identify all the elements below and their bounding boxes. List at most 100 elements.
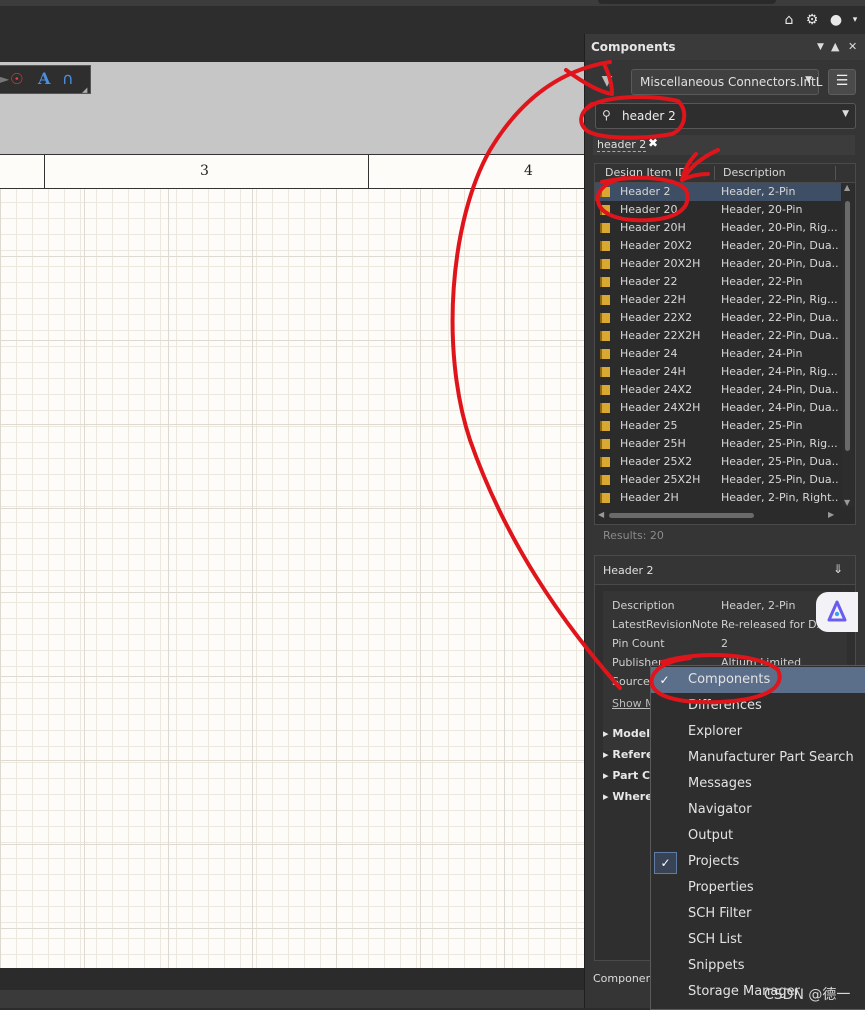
column-header-id[interactable]: Design Item ID	[605, 166, 687, 179]
menu-item-label: Explorer	[688, 724, 743, 739]
menu-item[interactable]: Explorer	[651, 719, 865, 745]
component-icon	[600, 295, 610, 305]
table-row[interactable]: Header 24H Header, 24-Pin, Rig...	[595, 363, 841, 381]
toolbar-grip-icon: ►	[0, 72, 10, 86]
table-header: Design Item ID Description	[595, 164, 855, 183]
search-dropdown-icon[interactable]: ▼	[842, 109, 849, 119]
panel-menu-chevron-icon[interactable]: ▼	[817, 42, 824, 52]
cell-description: Header, 25-Pin, Dua...	[721, 473, 839, 486]
scroll-thumb[interactable]	[845, 201, 850, 451]
cell-description: Header, 25-Pin, Dua...	[721, 455, 839, 468]
search-input[interactable]	[620, 107, 824, 125]
scroll-left-icon[interactable]: ◀	[598, 510, 604, 519]
table-row[interactable]: Header 22X2 Header, 22-Pin, Dua...	[595, 309, 841, 327]
pin-icon[interactable]: ▲	[831, 40, 839, 53]
menu-item-label: Messages	[688, 776, 752, 791]
menu-item[interactable]: Navigator	[651, 797, 865, 823]
place-text-icon[interactable]: A	[38, 69, 50, 89]
tab-stub[interactable]	[598, 0, 776, 4]
user-icon[interactable]: ●	[827, 12, 845, 28]
place-arc-icon[interactable]: ∩	[62, 69, 74, 89]
cell-description: Header, 2-Pin	[721, 185, 796, 198]
menu-item[interactable]: Properties	[651, 875, 865, 901]
table-row[interactable]: Header 24X2H Header, 24-Pin, Dua...	[595, 399, 841, 417]
menu-item-label: Projects	[688, 854, 740, 869]
check-icon	[654, 904, 675, 924]
table-row[interactable]: Header 24X2 Header, 24-Pin, Dua...	[595, 381, 841, 399]
cell-design-item-id: Header 25	[620, 419, 678, 432]
user-menu-chevron-icon[interactable]: ▾	[846, 12, 864, 28]
cell-design-item-id: Header 22X2H	[620, 329, 701, 342]
table-row[interactable]: Header 22 Header, 22-Pin	[595, 273, 841, 291]
panel-title: Components	[591, 40, 676, 54]
menu-item[interactable]: Messages	[651, 771, 865, 797]
table-row[interactable]: Header 20X2 Header, 20-Pin, Dua...	[595, 237, 841, 255]
hscroll-thumb[interactable]	[609, 513, 754, 518]
check-icon: ✓	[654, 852, 677, 874]
menu-item[interactable]: SCH Filter	[651, 901, 865, 927]
vertical-scrollbar[interactable]: ▲ ▼	[842, 183, 854, 507]
menu-item[interactable]: ✓ Projects	[651, 849, 865, 875]
active-bar: ► ☉ A ∩ ◢	[0, 65, 91, 94]
table-row[interactable]: Header 2 Header, 2-Pin	[595, 183, 841, 201]
menu-item[interactable]: Manufacturer Part Search	[651, 745, 865, 771]
cell-description: Header, 22-Pin, Rig...	[721, 293, 838, 306]
document-tab-bar	[0, 34, 584, 62]
table-row[interactable]: Header 2H Header, 2-Pin, Right...	[595, 489, 841, 507]
home-icon[interactable]: ⌂	[780, 12, 798, 28]
column-divider[interactable]	[835, 166, 836, 180]
horizontal-scrollbar[interactable]: ◀ ▶	[595, 510, 841, 522]
table-row[interactable]: Header 25H Header, 25-Pin, Rig...	[595, 435, 841, 453]
watermark: CSDN @德一	[764, 987, 851, 1003]
cell-description: Header, 20-Pin	[721, 203, 803, 216]
section-models[interactable]: ▸ Models	[603, 727, 657, 740]
column-divider[interactable]	[714, 166, 715, 180]
component-icon	[600, 367, 610, 377]
menu-item[interactable]: Snippets	[651, 953, 865, 979]
cell-design-item-id: Header 20	[620, 203, 678, 216]
menu-item-label: Output	[688, 828, 734, 843]
menu-item[interactable]: ✓ Components	[651, 667, 865, 693]
table-row[interactable]: Header 20H Header, 20-Pin, Rig...	[595, 219, 841, 237]
table-row[interactable]: Header 25X2 Header, 25-Pin, Dua...	[595, 453, 841, 471]
assistant-button[interactable]	[816, 592, 858, 632]
table-row[interactable]: Header 20X2H Header, 20-Pin, Dua...	[595, 255, 841, 273]
schematic-toolbar-area: ► ☉ A ∩ ◢	[0, 62, 584, 154]
filter-chip[interactable]: header 2	[597, 138, 647, 152]
collapse-icon[interactable]: ⇓	[833, 562, 843, 576]
search-box[interactable]: ⚲ ▼	[595, 103, 856, 129]
check-icon	[654, 930, 675, 950]
cell-description: Header, 25-Pin, Rig...	[721, 437, 838, 450]
column-header-description[interactable]: Description	[723, 166, 786, 179]
table-row[interactable]: Header 25X2H Header, 25-Pin, Dua...	[595, 471, 841, 489]
scroll-up-icon[interactable]: ▲	[844, 183, 850, 192]
prop-label-description: Description	[612, 599, 675, 612]
table-row[interactable]: Header 22H Header, 22-Pin, Rig...	[595, 291, 841, 309]
check-icon	[654, 774, 675, 794]
cell-description: Header, 20-Pin, Rig...	[721, 221, 838, 234]
gear-icon[interactable]: ⚙	[803, 12, 821, 28]
menu-item-label: Manufacturer Part Search	[688, 750, 854, 765]
chip-close-icon[interactable]: ✖	[648, 136, 658, 150]
table-row[interactable]: Header 25 Header, 25-Pin	[595, 417, 841, 435]
hamburger-icon[interactable]: ☰	[828, 69, 856, 95]
table-row[interactable]: Header 24 Header, 24-Pin	[595, 345, 841, 363]
scroll-right-icon[interactable]: ▶	[828, 510, 834, 519]
menu-item[interactable]: Differences	[651, 693, 865, 719]
close-icon[interactable]: ✕	[848, 40, 857, 53]
table-row[interactable]: Header 20 Header, 20-Pin	[595, 201, 841, 219]
menu-item[interactable]: SCH List	[651, 927, 865, 953]
menu-item[interactable]: Output	[651, 823, 865, 849]
cell-description: Header, 24-Pin, Dua...	[721, 401, 839, 414]
table-row[interactable]: Header 22X2H Header, 22-Pin, Dua...	[595, 327, 841, 345]
cell-description: Header, 2-Pin, Right...	[721, 491, 839, 504]
toolbar-more-icon[interactable]: ◢	[82, 80, 87, 100]
component-icon	[600, 259, 610, 269]
component-icon	[600, 277, 610, 287]
scroll-down-icon[interactable]: ▼	[844, 498, 850, 507]
place-port-icon[interactable]: ☉	[10, 69, 23, 89]
filter-icon[interactable]: ▼	[595, 69, 619, 93]
schematic-canvas[interactable]: 3 4	[0, 154, 584, 968]
library-select[interactable]: Miscellaneous Connectors.IntL ▼	[631, 69, 822, 95]
details-header[interactable]: Header 2 ⇓	[595, 556, 855, 585]
